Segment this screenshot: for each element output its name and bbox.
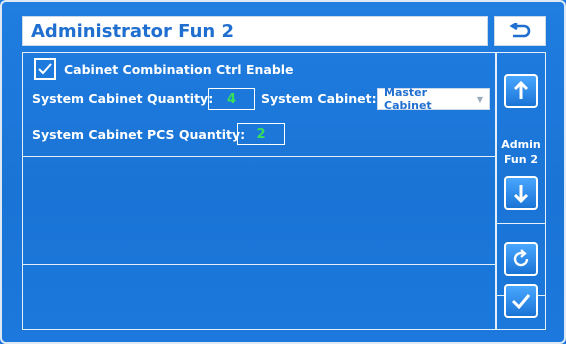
system-cabinet-select[interactable]: Master Cabinet ▼ bbox=[377, 86, 490, 112]
panel-divider bbox=[23, 156, 495, 157]
pcs-quantity-label: System Cabinet PCS Quantity: bbox=[32, 127, 246, 142]
arrow-up-icon bbox=[513, 81, 529, 99]
cabinet-quantity-input[interactable]: 4 bbox=[208, 88, 255, 110]
checkmark-icon bbox=[511, 294, 531, 309]
back-arrow-icon bbox=[509, 23, 531, 38]
scroll-up-button[interactable] bbox=[504, 74, 538, 108]
side-label-line2: Fun 2 bbox=[503, 153, 539, 166]
pcs-quantity-input[interactable]: 2 bbox=[237, 123, 285, 145]
panel-divider bbox=[23, 264, 495, 265]
checkmark-icon bbox=[38, 63, 52, 75]
side-label-line1: Admin bbox=[501, 138, 541, 151]
title-bar: Administrator Fun 2 bbox=[22, 16, 488, 46]
system-cabinet-label: System Cabinet: bbox=[261, 91, 377, 106]
combo-enable-checkbox[interactable] bbox=[34, 58, 56, 80]
scroll-down-button[interactable] bbox=[504, 176, 538, 210]
back-button[interactable] bbox=[494, 16, 546, 46]
caret-down-icon: ▼ bbox=[476, 94, 483, 104]
side-divider bbox=[497, 223, 545, 224]
arrow-down-icon bbox=[513, 185, 529, 203]
page-title: Administrator Fun 2 bbox=[31, 20, 235, 42]
cabinet-quantity-label: System Cabinet Quantity: bbox=[32, 91, 214, 106]
confirm-button[interactable] bbox=[504, 284, 538, 318]
refresh-icon bbox=[513, 249, 529, 267]
refresh-button[interactable] bbox=[504, 242, 538, 276]
system-cabinet-value: Master Cabinet bbox=[384, 86, 432, 112]
combo-enable-label: Cabinet Combination Ctrl Enable bbox=[64, 62, 294, 77]
